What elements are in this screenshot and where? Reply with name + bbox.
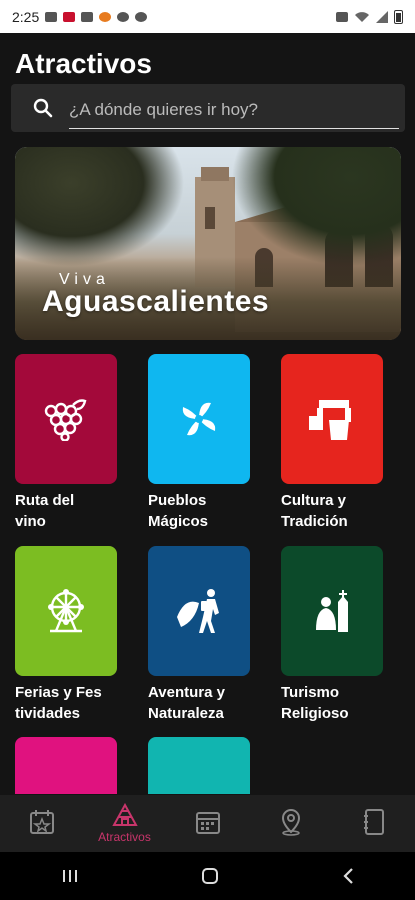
category-tile[interactable] [15,546,117,676]
nav-label: Atractivos [98,830,151,844]
status-time: 2:25 [12,8,40,25]
phonebook-icon [363,809,384,835]
hiker-icon [177,589,219,633]
bottom-navigation: Atractivos [0,795,415,852]
cloud-icon [45,11,58,22]
app-notification-icon [135,11,148,22]
category-card-partial[interactable] [148,737,250,794]
app-notification-icon [99,11,112,22]
nav-map[interactable] [256,808,326,839]
wifi-icon [355,11,369,22]
category-aventura-y-naturaleza[interactable]: Aventura y Naturaleza [148,546,250,724]
category-label: Ruta del vino [15,492,75,530]
category-ruta-del-vino[interactable]: Ruta del vino [15,354,117,532]
system-navigation-bar [0,852,415,900]
category-tile[interactable] [15,737,117,794]
category-cultura-y-tradicion[interactable]: Cultura y Tradición [281,354,383,532]
nav-events[interactable] [7,809,77,838]
banner-photo-foliage [231,147,401,267]
category-card-partial[interactable] [15,737,117,794]
map-pin-icon [281,808,300,836]
battery-icon [394,9,403,24]
search-bar[interactable] [11,84,405,132]
calendar-grid-icon [195,812,220,834]
category-turismo-religioso[interactable]: Turismo Religioso [281,546,383,724]
category-label: Aventura y Naturaleza [148,684,225,722]
search-input[interactable] [69,91,399,129]
category-label: Ferias y Fes tividades [15,684,102,722]
banner-title: Aguascalientes [42,285,270,318]
search-icon[interactable] [33,98,53,118]
status-bar: 2:25 [0,0,415,33]
featured-banner[interactable]: Viva Aguascalientes [15,147,401,340]
nav-directory[interactable] [339,808,409,839]
banner-photo-foliage [15,147,185,267]
category-grid: Ruta del vino Pueblos Mágicos Cultura y … [15,354,395,794]
category-tile[interactable] [148,737,250,794]
back-icon[interactable] [341,867,355,885]
signal-icon [376,10,388,23]
home-icon[interactable] [200,866,220,886]
category-tile[interactable] [148,546,250,676]
pinwheel-icon [182,402,216,436]
nav-calendar[interactable] [173,809,243,838]
category-tile[interactable] [148,354,250,484]
category-ferias-y-festividades[interactable]: Ferias y Fes tividades [15,546,117,724]
pyramid-icon [111,803,138,826]
image-icon [81,11,94,22]
category-label: Pueblos Mágicos [148,492,209,530]
nav-atractivos[interactable]: Atractivos [90,803,160,844]
calendar-star-icon [29,810,54,834]
category-pueblos-magicos[interactable]: Pueblos Mágicos [148,354,250,532]
category-tile[interactable] [281,354,383,484]
alarm-icon [336,11,348,22]
category-label: Turismo Religioso [281,684,349,722]
category-tile[interactable] [15,354,117,484]
pilgrim-icon [316,590,348,632]
monument-icon [309,400,351,440]
category-label: Cultura y Tradición [281,492,348,530]
app-notification-icon [63,11,76,22]
page-title: Atractivos [15,48,152,79]
grapes-icon [44,399,87,441]
app-notification-icon [117,11,130,22]
ferris-wheel-icon [48,589,84,633]
category-tile[interactable] [281,546,383,676]
recent-apps-icon[interactable] [61,868,79,884]
